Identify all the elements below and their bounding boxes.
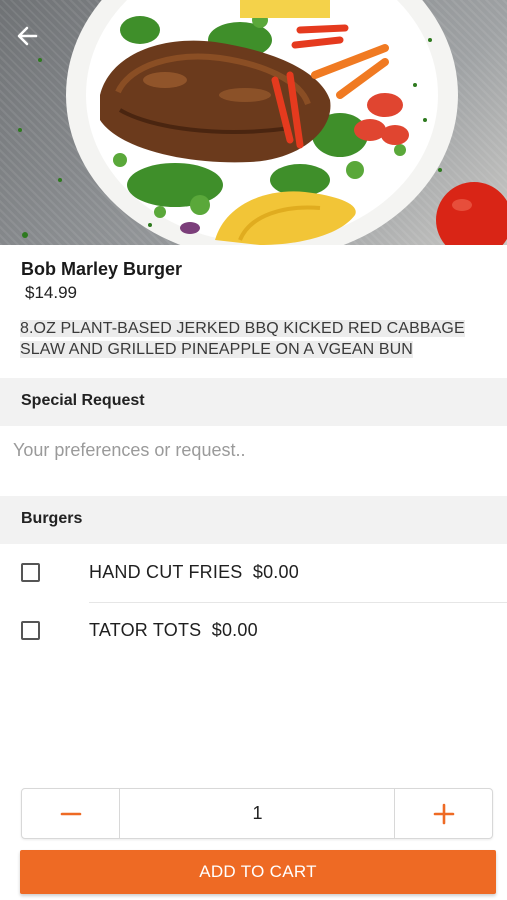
- option-label: TATOR TOTS $0.00: [89, 620, 258, 640]
- increase-quantity-button[interactable]: [394, 789, 492, 838]
- product-image: [0, 0, 507, 245]
- special-request-input[interactable]: [0, 426, 507, 474]
- minus-icon: [60, 812, 81, 815]
- quantity-value: 1: [252, 803, 263, 823]
- checkbox[interactable]: [21, 563, 40, 582]
- product-name: Bob Marley Burger: [21, 259, 183, 279]
- options-title: Burgers: [21, 510, 83, 527]
- special-request-title: Special Request: [21, 392, 145, 409]
- decrease-quantity-button[interactable]: [22, 789, 120, 838]
- checkbox[interactable]: [21, 621, 40, 640]
- food-photo: [18, 0, 507, 245]
- product-price: $14.99: [25, 283, 77, 302]
- product-description: 8.OZ PLANT-BASED JERKED BBQ KICKED RED C…: [20, 318, 495, 360]
- option-label: HAND CUT FRIES $0.00: [89, 562, 299, 582]
- option-tator-tots[interactable]: TATOR TOTS $0.00: [0, 603, 507, 659]
- option-hand-cut-fries[interactable]: HAND CUT FRIES $0.00: [0, 545, 507, 601]
- add-to-cart-button[interactable]: ADD TO CART: [20, 850, 496, 894]
- options-header: Burgers: [0, 496, 507, 544]
- special-request-header: Special Request: [0, 378, 507, 426]
- plus-icon: [433, 803, 454, 824]
- product-description-text: 8.OZ PLANT-BASED JERKED BBQ KICKED RED C…: [20, 320, 465, 358]
- quantity-stepper: 1: [21, 788, 493, 839]
- arrow-left-icon[interactable]: [14, 22, 46, 50]
